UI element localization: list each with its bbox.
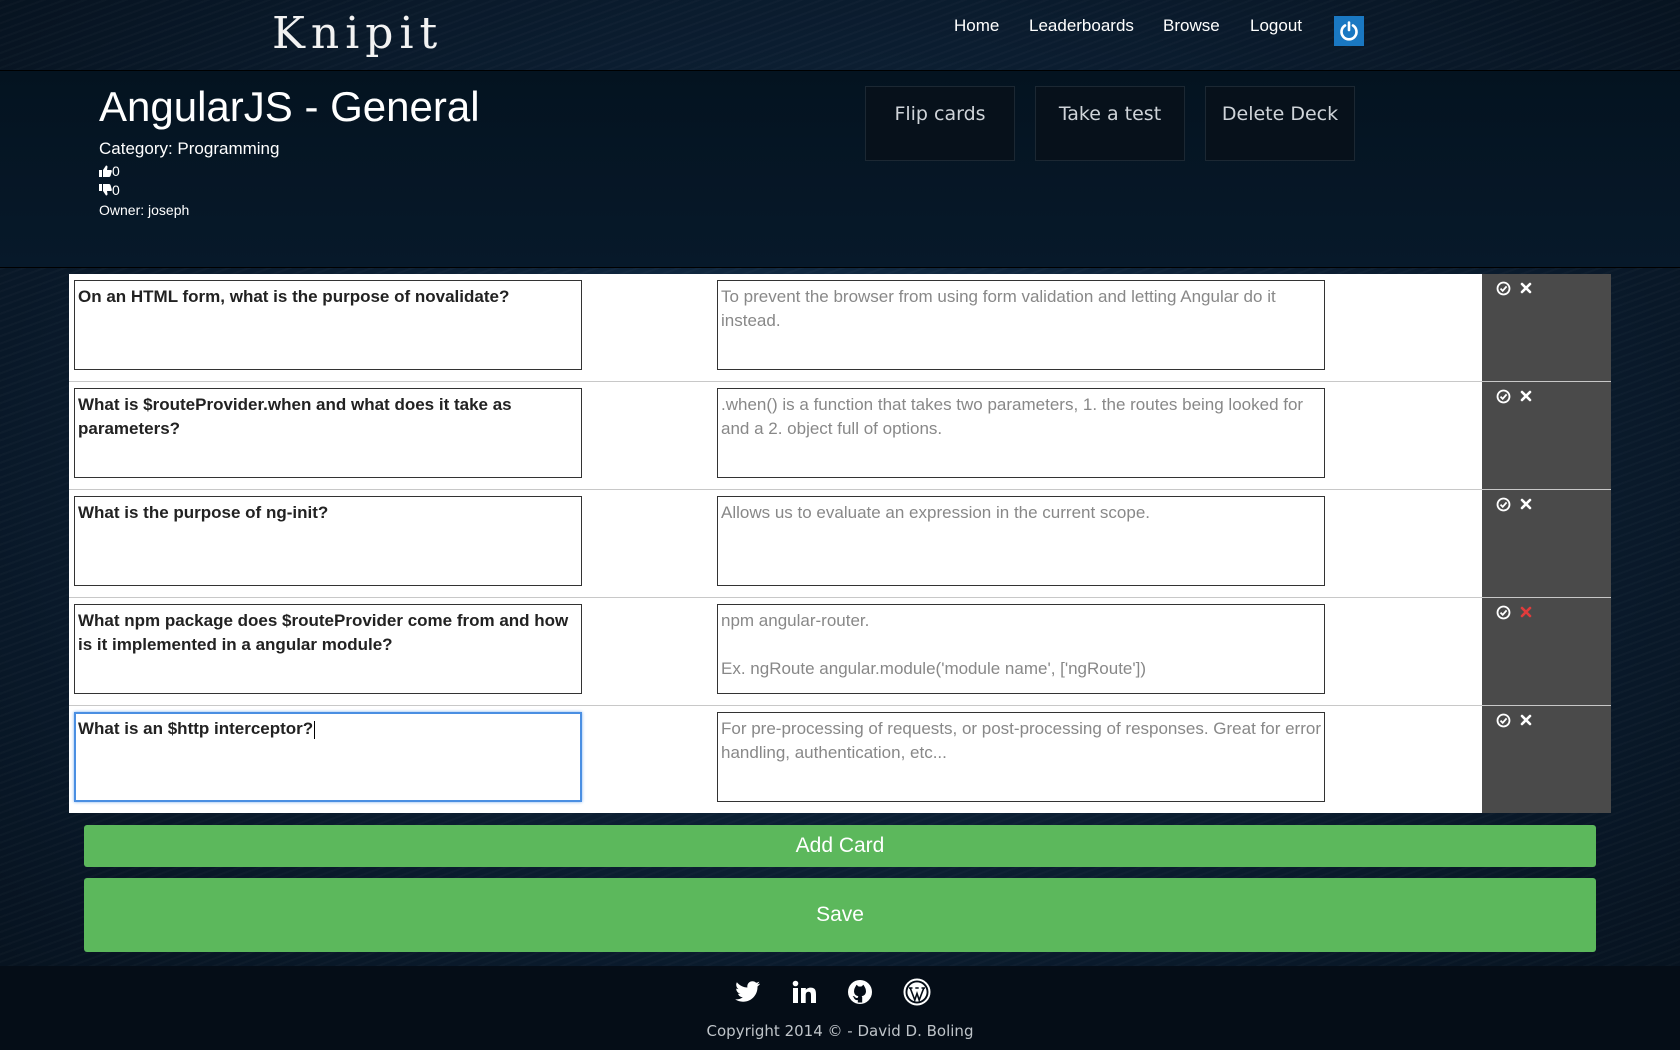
deck-owner: Owner: joseph [99, 202, 190, 218]
card-controls [1482, 598, 1611, 705]
delete-deck-button[interactable]: Delete Deck [1205, 86, 1355, 161]
dislikes-row: 0 [99, 182, 120, 199]
likes-row: 0 [99, 163, 120, 180]
check-circle-icon[interactable] [1494, 495, 1512, 513]
deck-category: Category: Programming [99, 139, 280, 158]
answer-field[interactable]: For pre-processing of requests, or post-… [717, 712, 1325, 802]
deck-header: AngularJS - General Category: Programmin… [0, 70, 1680, 268]
check-circle-icon[interactable] [1494, 603, 1512, 621]
answer-field[interactable]: .when() is a function that takes two par… [717, 388, 1325, 478]
nav-logout-link[interactable]: Logout [1250, 16, 1302, 36]
question-text: What is an $http interceptor? [78, 719, 314, 738]
question-field[interactable]: What is $routeProvider.when and what doe… [74, 388, 582, 478]
footer: Copyright 2014 © - David D. Boling [0, 966, 1680, 1050]
card-row: What is an $http interceptor? For pre-pr… [69, 706, 1611, 813]
take-test-button[interactable]: Take a test [1035, 86, 1185, 161]
question-field[interactable]: What is an $http interceptor? [74, 712, 582, 802]
answer-field[interactable]: npm angular-router. Ex. ngRoute angular.… [717, 604, 1325, 694]
top-navbar: Knipit Home Leaderboards Browse Logout [0, 0, 1680, 70]
text-caret [314, 720, 316, 739]
dislikes-count: 0 [112, 182, 120, 198]
card-controls [1482, 706, 1611, 813]
add-card-button[interactable]: Add Card [84, 825, 1596, 867]
copyright-text: Copyright 2014 © - David D. Boling [706, 1022, 974, 1040]
check-circle-icon[interactable] [1494, 711, 1512, 729]
deck-title: AngularJS - General [99, 83, 480, 130]
card-list: On an HTML form, what is the purpose of … [69, 274, 1611, 813]
close-icon[interactable] [1517, 387, 1535, 405]
close-icon[interactable] [1517, 711, 1535, 729]
likes-count: 0 [112, 163, 120, 179]
power-icon[interactable] [1334, 16, 1364, 46]
flip-cards-button[interactable]: Flip cards [865, 86, 1015, 161]
answer-field[interactable]: To prevent the browser from using form v… [717, 280, 1325, 370]
close-icon[interactable] [1517, 603, 1535, 621]
app-logo[interactable]: Knipit [272, 8, 443, 59]
thumbs-up-icon[interactable] [99, 164, 112, 180]
question-field[interactable]: What is the purpose of ng-init? [74, 496, 582, 586]
nav-home-link[interactable]: Home [954, 16, 999, 36]
card-row: What is the purpose of ng-init? Allows u… [69, 490, 1611, 598]
linkedin-icon[interactable] [789, 977, 819, 1007]
close-icon[interactable] [1517, 495, 1535, 513]
close-icon[interactable] [1517, 279, 1535, 297]
question-field[interactable]: What npm package does $routeProvider com… [74, 604, 582, 694]
wordpress-icon[interactable] [902, 977, 932, 1007]
answer-field[interactable]: Allows us to evaluate an expression in t… [717, 496, 1325, 586]
check-circle-icon[interactable] [1494, 387, 1512, 405]
card-row: What npm package does $routeProvider com… [69, 598, 1611, 706]
github-icon[interactable] [845, 977, 875, 1007]
card-controls [1482, 382, 1611, 489]
question-field[interactable]: On an HTML form, what is the purpose of … [74, 280, 582, 370]
check-circle-icon[interactable] [1494, 279, 1512, 297]
save-button[interactable]: Save [84, 878, 1596, 952]
card-row: What is $routeProvider.when and what doe… [69, 382, 1611, 490]
card-controls [1482, 490, 1611, 597]
nav-browse-link[interactable]: Browse [1163, 16, 1220, 36]
card-row: On an HTML form, what is the purpose of … [69, 274, 1611, 382]
card-controls [1482, 274, 1611, 381]
twitter-icon[interactable] [733, 977, 763, 1007]
nav-leaderboards-link[interactable]: Leaderboards [1029, 16, 1134, 36]
thumbs-down-icon[interactable] [99, 183, 112, 199]
